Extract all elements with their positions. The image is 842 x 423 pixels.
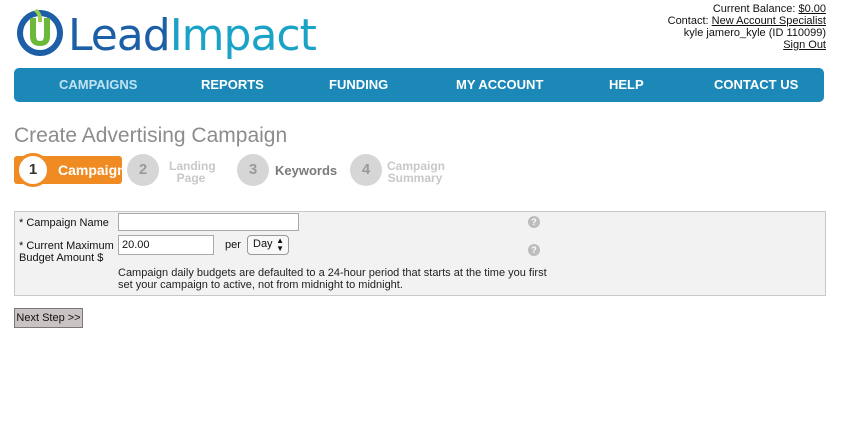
campaign-name-input[interactable]	[118, 213, 299, 231]
budget-label-line1: * Current Maximum	[19, 240, 114, 252]
nav-reports[interactable]: REPORTS	[201, 77, 264, 92]
step-2-label-line2: Page	[176, 171, 206, 185]
campaign-name-label: * Campaign Name	[19, 217, 109, 229]
budget-amount-input[interactable]	[118, 235, 214, 255]
logo-wordmark: LeadImpact	[68, 10, 317, 62]
step-3-number: 3	[237, 154, 269, 186]
sign-out-link[interactable]: Sign Out	[783, 39, 826, 51]
per-label: per	[225, 239, 241, 251]
nav-contact-us[interactable]: CONTACT US	[714, 77, 798, 92]
balance-label: Current Balance:	[712, 3, 796, 15]
logo-text-impact: Impact	[169, 10, 317, 61]
campaign-name-help-icon[interactable]: ?	[528, 216, 540, 228]
step-3-label: Keywords	[275, 163, 338, 178]
step-2-label: Landing Page	[169, 160, 216, 185]
next-step-button[interactable]: Next Step >>	[14, 308, 83, 328]
budget-note-line2: set your campaign to active, not from mi…	[118, 279, 403, 291]
step-4-label: Campaign Summary	[387, 160, 445, 185]
budget-label: * Current Maximum Budget Amount $	[19, 240, 114, 264]
nav-help[interactable]: HELP	[609, 77, 644, 92]
budget-period-value: Day	[253, 238, 273, 250]
budget-label-line2: Budget Amount $	[19, 252, 104, 264]
contact-link[interactable]: New Account Specialist	[712, 15, 826, 27]
budget-note-line1: Campaign daily budgets are defaulted to …	[118, 267, 547, 279]
budget-period-select[interactable]: Day ▲ ▼	[247, 235, 289, 255]
page-title: Create Advertising Campaign	[14, 124, 288, 147]
budget-help-icon[interactable]: ?	[528, 244, 540, 256]
step-progress: Campaign 1 2 Landing Page 3 Keywords 4 C…	[14, 152, 484, 192]
contact-label: Contact:	[667, 15, 709, 27]
step-4-number: 4	[350, 154, 382, 186]
nav-my-account[interactable]: MY ACCOUNT	[456, 77, 543, 92]
leadimpact-logo[interactable]: LeadImpact	[14, 6, 317, 64]
logo-mark-icon	[17, 9, 63, 56]
step-1-label: Campaign	[58, 162, 126, 178]
main-nav: CAMPAIGNS REPORTS FUNDING MY ACCOUNT HEL…	[14, 68, 824, 102]
step-4-label-line2: Summary	[387, 171, 443, 185]
step-1-number: 1	[16, 153, 50, 187]
step-2-number: 2	[127, 154, 159, 186]
logo-text-lead: Lead	[68, 10, 171, 61]
balance-link[interactable]: $0.00	[798, 3, 826, 15]
budget-note: Campaign daily budgets are defaulted to …	[118, 267, 548, 291]
user-name: kyle jamero_kyle (ID 110099)	[683, 27, 826, 39]
select-arrows-icon: ▲ ▼	[276, 236, 284, 253]
account-info: Current Balance: $0.00 Contact: New Acco…	[668, 3, 826, 51]
nav-funding[interactable]: FUNDING	[329, 77, 388, 92]
nav-campaigns[interactable]: CAMPAIGNS	[59, 77, 137, 92]
campaign-form: * Campaign Name ? * Current Maximum Budg…	[14, 211, 826, 296]
